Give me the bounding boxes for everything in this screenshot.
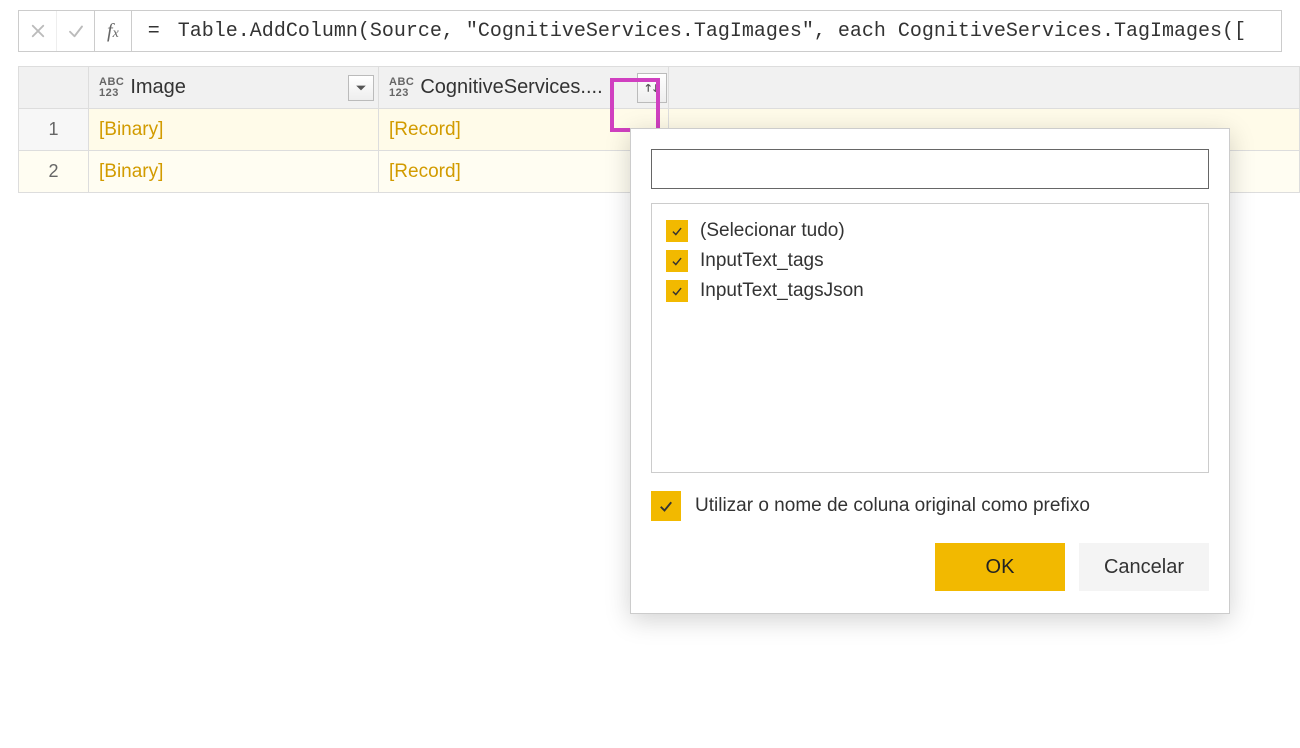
record-link[interactable]: [Record] — [389, 119, 461, 141]
column-label: CognitiveServices.... — [420, 76, 602, 99]
prefix-checkbox[interactable] — [651, 491, 681, 521]
grid-header-empty — [669, 67, 1300, 109]
column-checkbox-item[interactable]: (Selecionar tudo) — [666, 216, 1194, 246]
column-header-cognitive[interactable]: ABC123 CognitiveServices.... — [379, 67, 669, 109]
expand-column-popup: (Selecionar tudo) InputText_tags InputText… — [630, 128, 1230, 614]
cell-cognitive[interactable]: [Record] — [379, 151, 669, 193]
column-checkbox-item[interactable]: InputText_tagsJson — [666, 276, 1194, 306]
any-type-icon: ABC123 — [99, 77, 124, 99]
formula-input[interactable]: = Table.AddColumn(Source, "CognitiveServi… — [132, 20, 1281, 43]
row-number[interactable]: 1 — [19, 109, 89, 151]
prefix-label: Utilizar o nome de coluna original como … — [695, 495, 1090, 517]
formula-text: Table.AddColumn(Source, "CognitiveServic… — [178, 20, 1246, 43]
formula-equals: = — [148, 20, 160, 43]
column-search-input[interactable] — [651, 149, 1209, 189]
row-number[interactable]: 2 — [19, 151, 89, 193]
confirm-formula-button[interactable] — [57, 11, 95, 51]
column-checkbox-item[interactable]: InputText_tags — [666, 246, 1194, 276]
binary-link[interactable]: [Binary] — [99, 161, 163, 183]
popup-button-row: OK Cancelar — [651, 543, 1209, 591]
expand-column-button[interactable] — [637, 73, 667, 103]
column-header-image[interactable]: ABC123 Image — [89, 67, 379, 109]
checkbox-label: (Selecionar tudo) — [700, 220, 845, 242]
ok-button[interactable]: OK — [935, 543, 1065, 591]
formula-bar: fx = Table.AddColumn(Source, "CognitiveSe… — [18, 10, 1282, 52]
checkbox[interactable] — [666, 250, 688, 272]
checkbox-label: InputText_tags — [700, 250, 824, 272]
row-selector-header[interactable] — [19, 67, 89, 109]
record-link[interactable]: [Record] — [389, 161, 461, 183]
grid-header-row: ABC123 Image ABC123 CognitiveServices...… — [19, 67, 1300, 109]
cancel-formula-button[interactable] — [19, 11, 57, 51]
column-filter-button[interactable] — [348, 75, 374, 101]
cell-cognitive[interactable]: [Record] — [379, 109, 669, 151]
cancel-button[interactable]: Cancelar — [1079, 543, 1209, 591]
any-type-icon: ABC123 — [389, 77, 414, 99]
prefix-option-row[interactable]: Utilizar o nome de coluna original como … — [651, 491, 1209, 521]
cell-image[interactable]: [Binary] — [89, 109, 379, 151]
cell-image[interactable]: [Binary] — [89, 151, 379, 193]
checkbox-label: InputText_tagsJson — [700, 280, 864, 302]
checkbox[interactable] — [666, 220, 688, 242]
binary-link[interactable]: [Binary] — [99, 119, 163, 141]
checkbox[interactable] — [666, 280, 688, 302]
fx-label: fx — [95, 11, 132, 51]
column-label: Image — [130, 76, 186, 99]
column-checkbox-list: (Selecionar tudo) InputText_tags InputText… — [651, 203, 1209, 473]
